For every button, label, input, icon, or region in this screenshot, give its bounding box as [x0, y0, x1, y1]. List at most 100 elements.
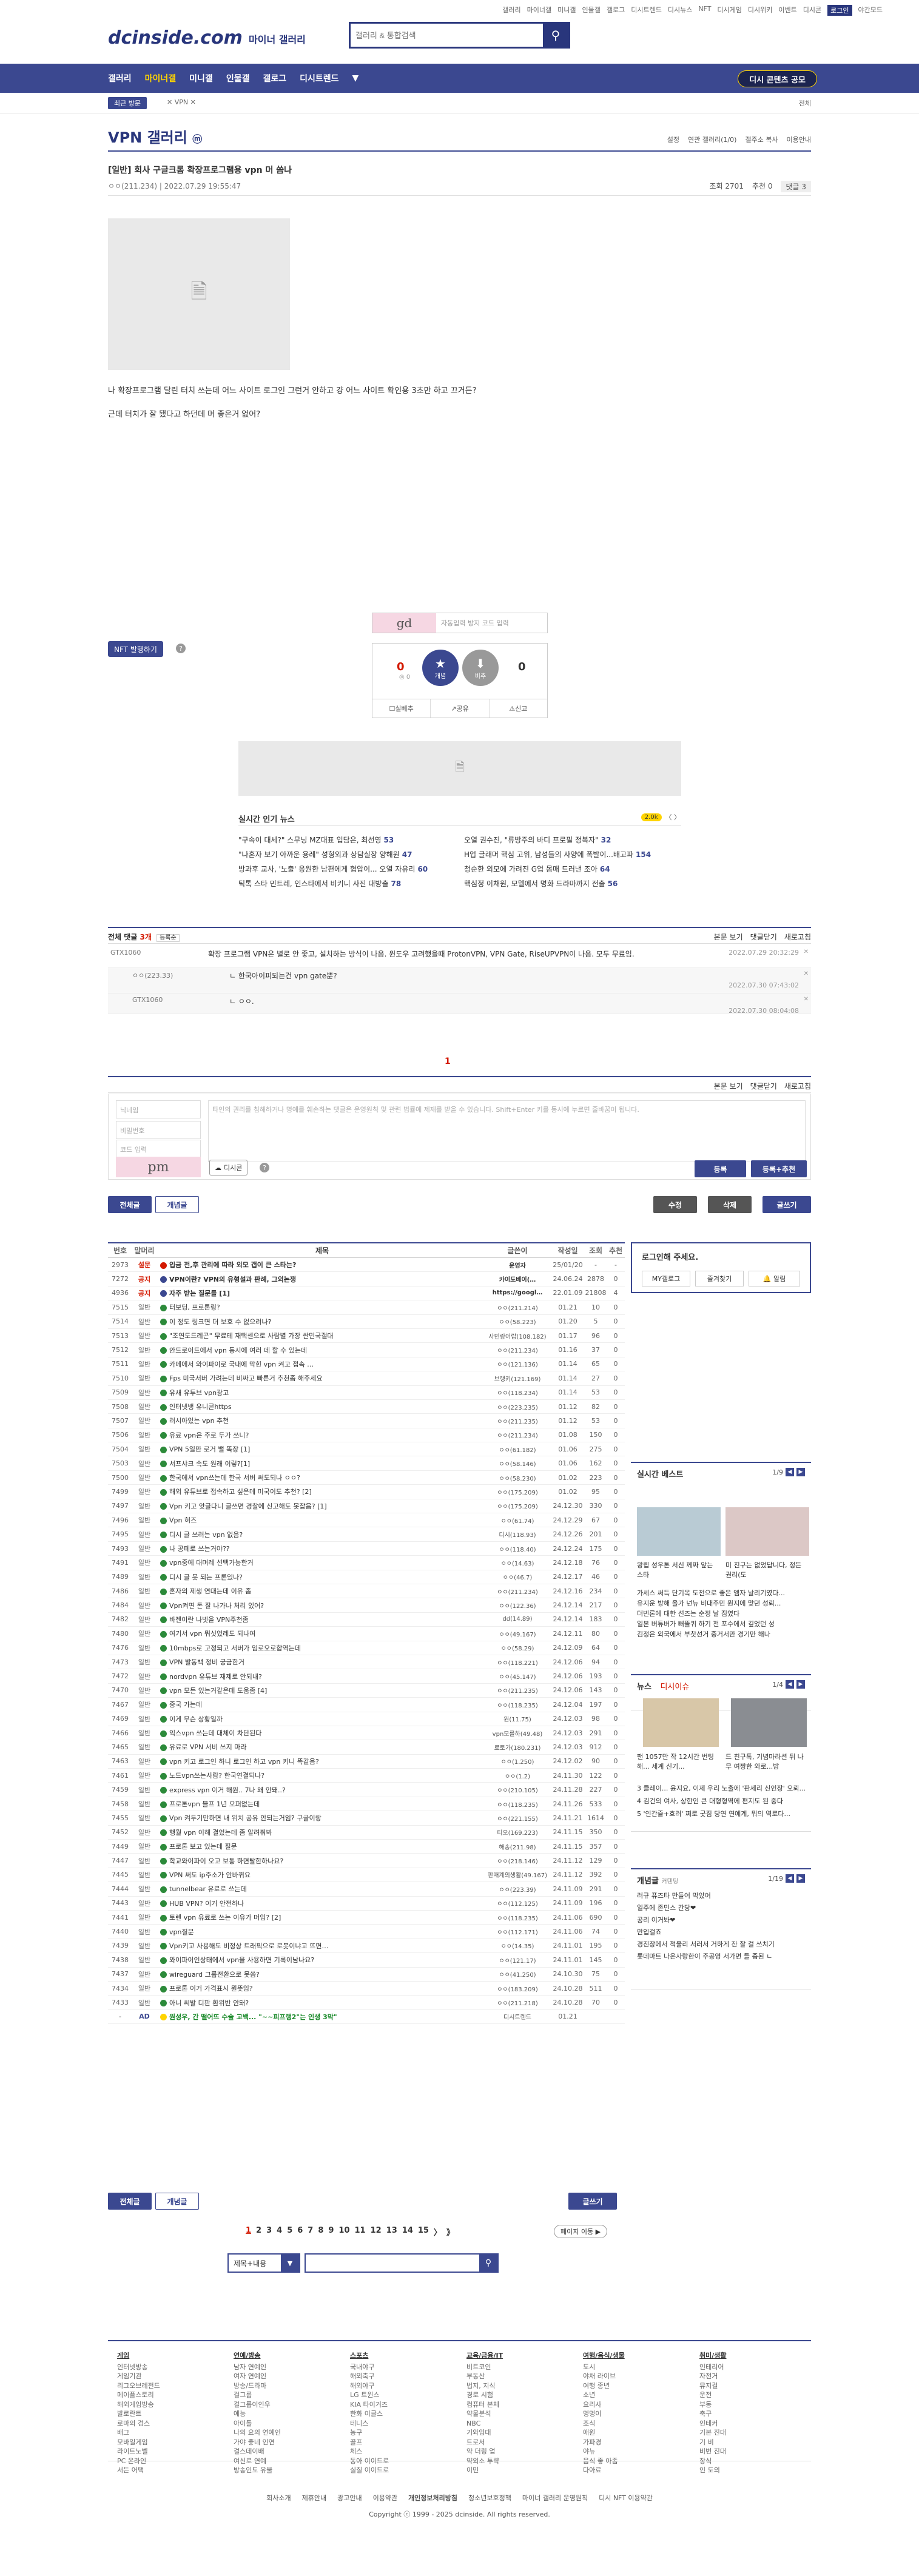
post-writer[interactable]: 티오(169.223)	[484, 1828, 551, 1837]
footer-category-item[interactable]: 조식	[583, 2419, 625, 2429]
footer-category-item[interactable]: 골프	[350, 2438, 389, 2447]
footer-category-item[interactable]: 모바일게임	[117, 2438, 160, 2447]
post-writer[interactable]: ㅇㅇ(175.209)	[484, 1487, 551, 1496]
post-writer[interactable]: ㅇㅇ(118.235)	[484, 1913, 551, 1922]
site-sub-logo[interactable]: 마이너 갤러리	[249, 32, 306, 46]
page-number[interactable]: 15	[418, 2226, 429, 2238]
gnb-item[interactable]: 마이너갤	[145, 72, 177, 84]
table-row[interactable]: 7463 일반 vpn 키고 로그인 하니 로그인 하고 vpn 키니 똑같음? ㅇㅇ…	[108, 1755, 625, 1769]
footer-category-item[interactable]: 운전	[699, 2390, 727, 2400]
post-writer[interactable]: ㅇㅇ(118.40)	[484, 1544, 551, 1553]
top-link[interactable]: 미니갤	[557, 5, 576, 16]
table-row[interactable]: 7484 일반 Vpn켜면 돈 잘 나가나 처리 있어? ㅇㅇ(122.36) 24.1…	[108, 1598, 625, 1613]
footer-link[interactable]: 이용약관	[373, 2493, 397, 2503]
view-body-button[interactable]: 본문 보기	[714, 932, 743, 942]
footer-category-item[interactable]: 이민	[466, 2466, 503, 2475]
news-caption[interactable]: 드 친구톡, 기념마라션 뒤 나무 여짱한 와로...밤	[725, 1752, 809, 1771]
top-link[interactable]: 마이너갤	[527, 5, 551, 16]
footer-category-item[interactable]: 기와임대	[466, 2428, 503, 2438]
footer-category-item[interactable]: 인테리어	[699, 2362, 727, 2372]
post-subject[interactable]: nordvpn 유튜브 재제로 안되내?	[157, 1672, 484, 1681]
top-link[interactable]: NFT	[698, 5, 711, 16]
login-prompt[interactable]: 로그인해 주세요.	[642, 1251, 698, 1262]
post-subject[interactable]: Fps 미국서버 가려는데 비싸고 빠른거 추천좀 해주세요	[157, 1373, 484, 1383]
post-subject[interactable]: 중국 가는데	[157, 1700, 484, 1709]
table-row[interactable]: 7503 일반 서프샤크 속도 원래 이렇?[1] ㅇㅇ(58.146) 01.06 16…	[108, 1456, 625, 1471]
table-row[interactable]: 7439 일반 Vpn키고 사용해도 비정상 트래픽으로 로봇이냐고 뜨면… ㅇㅇ(1…	[108, 1939, 625, 1954]
all-posts-button[interactable]: 전체글	[108, 1196, 152, 1213]
table-row[interactable]: 7434 일반 프로톤 이거 가격표시 뭔뜻임? ㅇㅇ(183.209) 24.10.2…	[108, 1982, 625, 1996]
footer-link[interactable]: 청소년보호정책	[468, 2493, 511, 2503]
footer-category-item[interactable]: 뮤지컬	[699, 2381, 727, 2391]
top-link[interactable]: 디시위키	[748, 5, 772, 16]
footer-category-item[interactable]: 인 도의	[699, 2466, 727, 2475]
comment-nick[interactable]: GTX1060	[132, 996, 163, 1004]
top-link[interactable]: 디시뉴스	[668, 5, 692, 16]
page-number[interactable]: 3	[266, 2226, 272, 2238]
footer-link[interactable]: 디시 NFT 이용약관	[599, 2493, 653, 2503]
page-number[interactable]: 10	[338, 2226, 349, 2238]
footer-category-item[interactable]: 여행 종년	[583, 2381, 625, 2391]
downvote-button[interactable]: ⬇ 비추	[462, 650, 499, 686]
post-subject[interactable]: vpn 키고 로그인 하니 로그인 하고 vpn 키니 똑같음?	[157, 1757, 484, 1766]
post-subject[interactable]: 해외 유튜브로 접속하고 싶은데 미국이도 추천? [2]	[157, 1487, 484, 1496]
post-writer[interactable]: ㅇㅇ(58.146)	[484, 1459, 551, 1468]
table-row[interactable]: 7444 일반 tunnelbear 유료로 쓰는데 ㅇㅇ(223.39) 24.11.…	[108, 1882, 625, 1897]
footer-category-item[interactable]: 경로 시험	[466, 2390, 503, 2400]
footer-category-item[interactable]: PC 온라인	[117, 2457, 160, 2466]
table-row[interactable]: 7458 일반 프로톤vpn 블프 1년 오퍼없는데 ㅇㅇ(118.235) 24.11…	[108, 1797, 625, 1812]
footer-category-item[interactable]: 약물분석	[466, 2409, 503, 2419]
footer-category-item[interactable]: 테니스	[350, 2419, 389, 2429]
post-comment-count[interactable]: 댓글 3	[781, 181, 811, 192]
table-row[interactable]: 7497 일반 Vpn 키고 앗글다니 글쓰면 경찰에 신고해도 못잡음? [1] ㅇ…	[108, 1499, 625, 1514]
table-row[interactable]: 7473 일반 VPN 발동백 정비 궁금한거 ㅇㅇ(118.221) 24.12.06…	[108, 1655, 625, 1670]
post-writer[interactable]: 해송(211.98)	[484, 1842, 551, 1851]
table-row[interactable]: 7491 일반 vpn중에 대머레 선택가능한거 ㅇㅇ(14.63) 24.12.18 7…	[108, 1556, 625, 1570]
post-subject[interactable]: 와이파이인상태에서 vpn을 사용하면 기록이남나요?	[157, 1955, 484, 1965]
post-writer[interactable]: ㅇㅇ(118.235)	[484, 1800, 551, 1809]
post-writer[interactable]: ㅇㅇ(211.214)	[484, 1303, 551, 1312]
news-item[interactable]: 틱톡 스타 민트레, 인스타에서 비키니 사진 대방출 78	[238, 878, 454, 889]
table-row[interactable]: 7443 일반 HUB VPN? 이거 안전하나 ㅇㅇ(112.125) 24.11.0…	[108, 1897, 625, 1911]
post-writer[interactable]: ㅇㅇ(1.2)	[484, 1771, 551, 1780]
post-writer[interactable]: ㅇㅇ(122.36)	[484, 1601, 551, 1610]
table-row[interactable]: 7459 일반 express vpn 이거 해원.. 7나 왜 안돼..? ㅇㅇ(2…	[108, 1783, 625, 1797]
post-writer[interactable]: ㅇㅇ(118.221)	[484, 1658, 551, 1667]
post-subject[interactable]: 10mbps로 고정되고 서버가 임로오로합역는데	[157, 1643, 484, 1653]
gnb-more-icon[interactable]: ▼	[352, 73, 359, 83]
footer-category-item[interactable]: 요리사	[583, 2400, 625, 2410]
post-subject[interactable]: Vpn켜면 돈 잘 나가나 처리 있어?	[157, 1601, 484, 1610]
post-subject[interactable]: 여기서 vpn 뭐싯었레도 되나여	[157, 1629, 484, 1638]
post-subject[interactable]: Vpn 혀즈	[157, 1515, 484, 1525]
footer-category-item[interactable]: 메이플스토리	[117, 2390, 160, 2400]
footer-category-item[interactable]: 야뉴	[583, 2447, 625, 2457]
gnb-item[interactable]: 미니갤	[189, 72, 213, 84]
table-row[interactable]: 7508 일반 인터넷뱅 유니콘https ㅇㅇ(223.235) 01.12 82 0	[108, 1400, 625, 1414]
table-row[interactable]: 7455 일반 Vpn 켜두기만하면 내 위치 공유 안되는거임? 구굴이랑 ㅇㅇ(2…	[108, 1811, 625, 1826]
post-subject[interactable]: 학교와이파이 오고 보통 하면탈한하나요?	[157, 1856, 484, 1866]
footer-category-item[interactable]: 법지, 지식	[466, 2381, 503, 2391]
footer-category-item[interactable]: 게임기관	[117, 2372, 160, 2381]
close-comments-button[interactable]: 댓글닫기	[750, 932, 777, 942]
table-row[interactable]: 7445 일반 VPN 써도 ip주소가 안바뀌요 판매계의생활(49.167) 24.…	[108, 1868, 625, 1883]
news-item[interactable]: "나혼자 보기 아까운 용례" 성형외과 상담실장 양해원 47	[238, 849, 454, 859]
table-row[interactable]: 7449 일반 프로톤 보고 있는데 질문 해송(211.98) 24.11.15 357…	[108, 1840, 625, 1854]
top-link[interactable]: 갤러리	[502, 5, 520, 16]
bottom-search-input[interactable]	[306, 2255, 497, 2272]
table-row[interactable]: 2973 설문 입금 전,후 관리에 따라 외모 갭이 큰 스타는? 운영자 25/01…	[108, 1258, 625, 1273]
post-subject[interactable]: Vpn 키고 앗글다니 글쓰면 경찰에 신고해도 못잡음? [1]	[157, 1501, 484, 1511]
post-subject[interactable]: 한국에서 vpn쓰는데 한국 서버 써도되나 ㅇㅇ?	[157, 1473, 484, 1482]
table-row[interactable]: 7452 일반 행월 vpn 이해 결었는데 좀 알려줘봐 티오(169.223) 24…	[108, 1826, 625, 1840]
news-item[interactable]: H업 글래머 핵심 고위, 남성들의 사양에 폭발이...배고파 154	[464, 849, 681, 859]
favorites-button[interactable]: 즐겨찾기	[695, 1271, 744, 1286]
post-writer[interactable]: ㅇㅇ(211.235)	[484, 1686, 551, 1695]
password-input[interactable]: 비밀번호	[116, 1121, 201, 1139]
top-link[interactable]: 디시트렌드	[631, 5, 662, 16]
news-item[interactable]: "구속이 대세?" 스무닝 MZ대표 입담은, 최선영 53	[238, 835, 454, 845]
concept-item[interactable]: 롯데마트 나온사랑한이 주공영 서가면 들 좀된 ㄴ	[637, 1951, 807, 1961]
post-writer[interactable]: ㅇㅇ(118.235)	[484, 1700, 551, 1709]
table-row[interactable]: 7438 일반 와이파이인상태에서 vpn을 사용하면 기록이남나요? ㅇㅇ(121.…	[108, 1953, 625, 1968]
post-writer[interactable]: ㅇㅇ(223.235)	[484, 1402, 551, 1411]
news-item[interactable]: 청순한 외모에 가려진 G업 몸매 드러낸 조아 64	[464, 864, 681, 874]
post-subject[interactable]: 유새 유투브 vpn광고	[157, 1388, 484, 1397]
